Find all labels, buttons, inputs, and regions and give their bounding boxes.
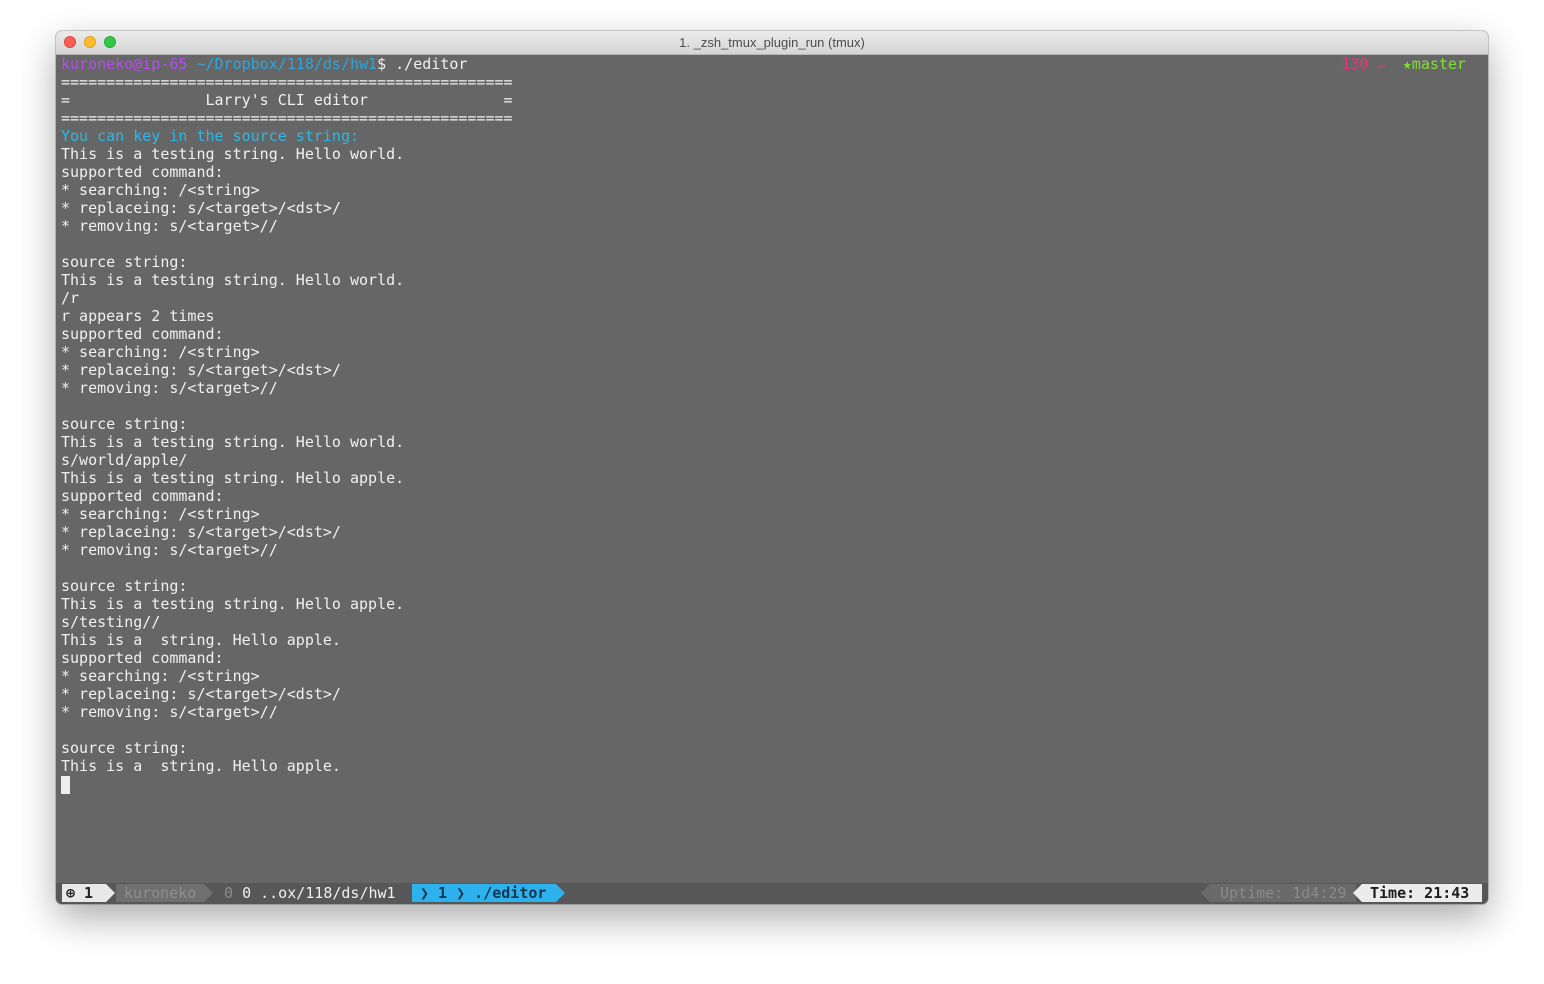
window-0-label: 0 ..ox/118/ds/hw1	[242, 884, 396, 902]
output-line: supported command:	[61, 649, 224, 667]
output-line: = Larry's CLI editor =	[61, 91, 513, 109]
output-line: source string:	[61, 415, 188, 433]
output-line: * searching: /<string>	[61, 667, 260, 685]
prompt-command: ./editor	[395, 55, 468, 73]
output-line: * replaceing: s/<target>/<dst>/	[61, 685, 341, 703]
tmux-window-1-active[interactable]: ❯ 1 ❯ ./editor	[412, 884, 556, 902]
powerline-separator-icon	[556, 884, 565, 902]
output-line: This is a string. Hello apple.	[61, 631, 341, 649]
output-line: This is a testing string. Hello apple.	[61, 469, 405, 487]
output-line: This is a testing string. Hello world.	[61, 271, 405, 289]
output-line: s/world/apple/	[61, 451, 188, 469]
output-line: * searching: /<string>	[61, 505, 260, 523]
output-line: /r	[61, 289, 80, 307]
terminal-cursor	[61, 776, 70, 794]
output-line: * replaceing: s/<target>/<dst>/	[61, 523, 341, 541]
output-line: source string:	[61, 253, 188, 271]
return-icon: ↵	[1377, 58, 1385, 72]
shell-prompt-line: kuroneko@ip-65 ~/Dropbox/118/ds/hw1$ ./e…	[61, 55, 467, 73]
output-line: * removing: s/<target>//	[61, 217, 278, 235]
output-line: r appears 2 times	[61, 307, 215, 325]
terminal-content[interactable]: kuroneko@ip-65 ~/Dropbox/118/ds/hw1$ ./e…	[61, 55, 1488, 904]
output-line: * searching: /<string>	[61, 181, 260, 199]
output-line: source string:	[61, 577, 188, 595]
output-line: ========================================…	[61, 73, 513, 91]
output-line: * replaceing: s/<target>/<dst>/	[61, 199, 341, 217]
powerline-separator-icon	[106, 884, 115, 902]
output-line: source string:	[61, 739, 188, 757]
exit-code: 130	[1341, 55, 1369, 73]
output-line: supported command:	[61, 487, 224, 505]
right-prompt: 130 ↵ ★master	[1341, 55, 1466, 73]
output-line: This is a string. Hello apple.	[61, 757, 341, 775]
tmux-status-bar: ⊕ 1 kuroneko 0 0 ..ox/118/ds/hw1 ❯ 1 ❯ .…	[56, 883, 1488, 904]
output-line: * removing: s/<target>//	[61, 379, 278, 397]
prompt-user-host: kuroneko@ip-65	[61, 55, 188, 73]
output-line: * replaceing: s/<target>/<dst>/	[61, 361, 341, 379]
output-line: supported command:	[61, 325, 224, 343]
output-line: You can key in the source string:	[61, 127, 360, 145]
output-line: s/testing//	[61, 613, 161, 631]
clock-segment: Time: 21:43	[1362, 884, 1482, 902]
git-branch: ★master	[1402, 55, 1466, 73]
window-title: 1. _zsh_tmux_plugin_run (tmux)	[679, 35, 865, 50]
output-line: This is a testing string. Hello apple.	[61, 595, 405, 613]
output-line: * removing: s/<target>//	[61, 703, 278, 721]
output-line: * removing: s/<target>//	[61, 541, 278, 559]
powerline-separator-icon	[204, 884, 213, 902]
output-line: supported command:	[61, 163, 224, 181]
prompt-symbol: $	[377, 55, 387, 73]
tmux-window-0[interactable]: 0 0 ..ox/118/ds/hw1	[224, 884, 396, 902]
title-bar[interactable]: 1. _zsh_tmux_plugin_run (tmux)	[56, 31, 1488, 55]
window-0-index: 0	[224, 884, 234, 902]
prompt-path: ~/Dropbox/118/ds/hw1	[196, 55, 378, 73]
output-line: ========================================…	[61, 109, 513, 127]
uptime-segment: Uptime: 1d4:29	[1210, 884, 1356, 902]
output-line: This is a testing string. Hello world.	[61, 145, 405, 163]
powerline-separator-icon	[1353, 884, 1362, 902]
tmux-user-segment: kuroneko	[116, 884, 204, 902]
tmux-session-indicator: ⊕ 1	[62, 884, 106, 902]
output-line: This is a testing string. Hello world.	[61, 433, 405, 451]
powerline-separator-icon	[1201, 884, 1210, 902]
output-line: * searching: /<string>	[61, 343, 260, 361]
terminal-window: 1. _zsh_tmux_plugin_run (tmux) kuroneko@…	[56, 31, 1488, 904]
